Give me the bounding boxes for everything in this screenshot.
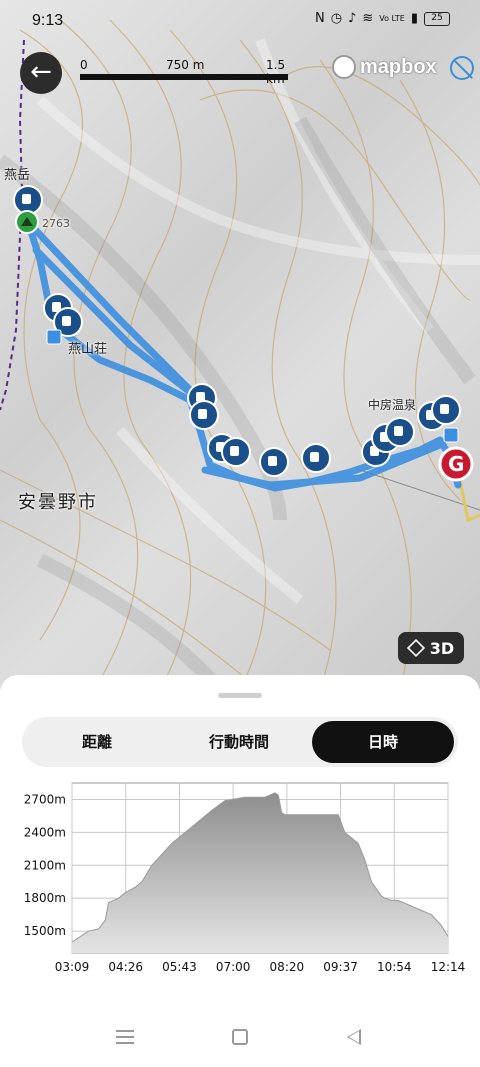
home-icon[interactable] <box>232 1029 248 1045</box>
goal-marker-label: G <box>448 452 465 476</box>
map-view[interactable]: 燕岳 2763 燕山荘 中房温泉 安曇野市 G 9:13 N ◷ ♪ ≋ Vo … <box>0 0 480 690</box>
toggle-3d-label: 3D <box>429 638 455 658</box>
y-tick-label: 2100m <box>24 858 66 872</box>
tab-datetime[interactable]: 日時 <box>312 721 454 763</box>
menu-icon[interactable] <box>116 1030 134 1044</box>
mapbox-attribution: mapbox <box>360 55 437 78</box>
map-label-onsen: 中房温泉 <box>368 398 417 412</box>
scale-label-zero: 0 <box>80 58 88 72</box>
tab-duration[interactable]: 行動時間 <box>168 721 310 763</box>
alarm-icon: ◷ <box>330 11 343 26</box>
x-tick-label: 07:00 <box>216 960 251 974</box>
x-tick-label: 09:37 <box>323 960 358 974</box>
x-tick-label: 04:26 <box>108 960 143 974</box>
wifi-icon: ≋ <box>362 11 374 26</box>
toggle-3d-button[interactable]: 3D <box>398 632 464 664</box>
signal-icon: ▮ <box>410 11 418 26</box>
y-tick-label: 2700m <box>24 792 66 806</box>
arrow-left-icon: ← <box>30 57 52 87</box>
scale-bar: 0 750 m 1.5 km <box>80 58 288 86</box>
app-screen: 燕岳 2763 燕山荘 中房温泉 安曇野市 G 9:13 N ◷ ♪ ≋ Vo … <box>0 0 480 1067</box>
nfc-icon: N <box>314 11 325 26</box>
chart-mode-tabs: 距離 行動時間 日時 <box>22 717 458 767</box>
battery-icon: 25 <box>424 11 450 26</box>
mapbox-icon <box>332 55 356 79</box>
mute-icon: ♪ <box>348 11 357 26</box>
cube-icon <box>406 638 425 658</box>
x-tick-label: 10:54 <box>377 960 412 974</box>
system-nav-bar <box>0 1020 480 1056</box>
mapbox-logo: mapbox <box>332 54 437 80</box>
status-bar: 9:13 N ◷ ♪ ≋ Vo LTE ▮ 25 <box>0 0 480 40</box>
x-tick-label: 08:20 <box>270 960 305 974</box>
elevation-chart[interactable]: 03:09 04:26 05:43 07:00 08:20 09:37 10:54 12:14… <box>0 775 480 1005</box>
tab-distance[interactable]: 距離 <box>26 721 168 763</box>
network-label: Vo LTE <box>379 14 405 23</box>
x-tick-label: 03:09 <box>55 960 90 974</box>
scale-label-mid: 750 m <box>166 58 205 72</box>
x-tick-label: 12:14 <box>431 960 466 974</box>
y-tick-label: 2400m <box>24 825 66 839</box>
map-label-peak: 燕岳 <box>4 168 31 183</box>
sheet-handle[interactable] <box>218 693 262 698</box>
back-nav-icon[interactable] <box>347 1029 361 1045</box>
map-label-elevation: 2763 <box>42 217 70 230</box>
location-off-icon[interactable] <box>450 56 474 80</box>
status-time: 9:13 <box>32 12 64 29</box>
map-label-city: 安曇野市 <box>18 492 98 513</box>
y-tick-label: 1500m <box>24 924 66 938</box>
map-label-hut: 燕山荘 <box>68 342 108 357</box>
x-tick-label: 05:43 <box>162 960 197 974</box>
y-tick-label: 1800m <box>24 891 66 905</box>
bottom-sheet: 距離 行動時間 日時 03:09 04:26 05:43 07:00 08:20 09:3… <box>0 675 480 1067</box>
scale-label-max: 1.5 km <box>266 58 286 86</box>
back-button[interactable]: ← <box>20 52 62 94</box>
